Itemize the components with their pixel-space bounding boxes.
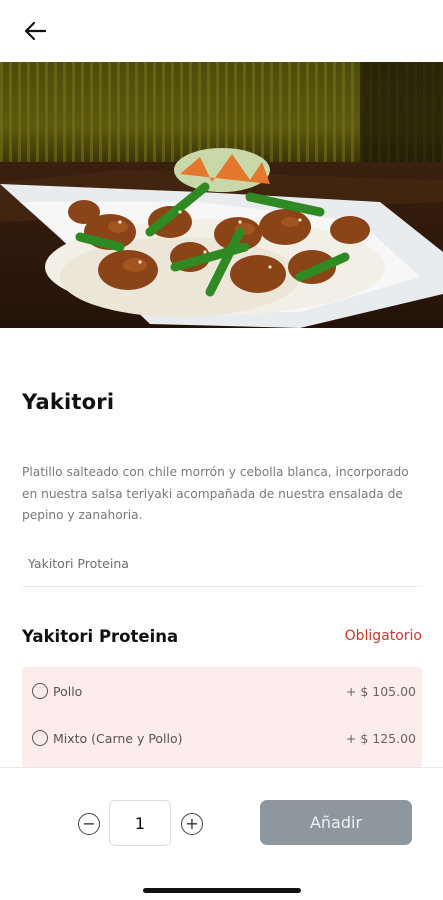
product-description: Platillo salteado con chile morrón y ceb… — [22, 465, 409, 522]
product-image — [0, 62, 443, 328]
back-button[interactable] — [18, 16, 52, 46]
required-badge: Obligatorio — [344, 628, 422, 644]
top-bar — [0, 0, 443, 62]
option-price: + $ 125.00 — [345, 730, 416, 746]
add-to-cart-bar: − 1 + Añadir — [0, 767, 443, 900]
arrow-left-icon — [24, 21, 47, 41]
quantity-increase-button[interactable]: + — [181, 813, 203, 835]
product-title: Yakitori — [22, 390, 115, 414]
option-list: Pollo + $ 105.00 Mixto (Carne y Pollo) +… — [22, 667, 422, 767]
option-price: + $ 105.00 — [345, 683, 416, 699]
option-mixto[interactable]: Mixto (Carne y Pollo) + $ 125.00 — [22, 715, 422, 761]
option-label: Pollo — [53, 683, 83, 699]
quantity-decrease-button[interactable]: − — [78, 813, 100, 835]
quantity-value: 1 — [109, 800, 171, 846]
home-indicator — [143, 888, 301, 893]
radio-button[interactable] — [32, 683, 48, 699]
add-button[interactable]: Añadir — [260, 800, 412, 845]
radio-button[interactable] — [32, 730, 48, 746]
selected-options-summary: Yakitori Proteina — [22, 556, 422, 587]
minus-icon: − — [82, 814, 96, 833]
option-label: Mixto (Carne y Pollo) — [53, 730, 183, 746]
plus-icon: + — [185, 814, 199, 833]
option-group-title: Yakitori Proteina — [22, 627, 179, 646]
option-pollo[interactable]: Pollo + $ 105.00 — [22, 668, 422, 714]
